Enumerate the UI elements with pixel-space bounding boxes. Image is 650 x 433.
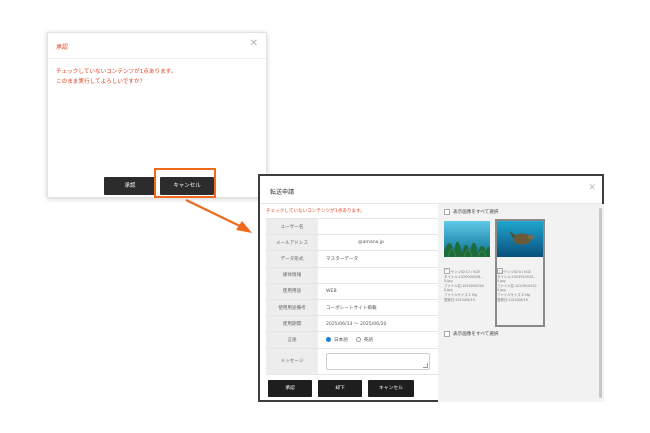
approve-button[interactable]: 承認 [104, 177, 156, 195]
card-check-row [444, 260, 491, 274]
radio-label-english: 英語 [363, 337, 373, 343]
form-label: 使用用途備考 [266, 299, 318, 316]
select-all-checkbox[interactable] [444, 331, 450, 337]
form-value [318, 219, 438, 234]
meta-line: 登録日:2015/06/19 [444, 297, 475, 302]
form-row-language: 言語 日本語 英語 [266, 332, 438, 349]
close-icon[interactable]: ✕ [250, 39, 258, 49]
delivery-request-dialog: 転送申請 ✕ チェックしていないコンテンツが1点あります。 ユーザー名 メールア… [258, 174, 604, 402]
request-dialog-header: 転送申請 ✕ [260, 176, 602, 204]
cancel-highlight-box [154, 168, 216, 198]
card-checkbox[interactable] [444, 267, 450, 274]
thumbnail-seagrass[interactable] [444, 221, 490, 257]
cancel-button[interactable]: キャンセル [368, 380, 414, 397]
form-row-usage-period: 使用期間 2025/06/13 ～ 2025/06/20 [266, 316, 438, 333]
message-cell [318, 349, 438, 374]
language-radio-group: 日本語 英語 [318, 332, 438, 347]
approve-button[interactable]: 承認 [268, 380, 312, 397]
image-card-selected[interactable]: コンテンツID:4 / KGE タイトル:1024910022… 0.jpg フ… [495, 219, 545, 327]
card-meta: コンテンツID:4 / KGE タイトル:1024910022… 0.jpg フ… [497, 270, 543, 302]
image-card[interactable]: コンテンツID:12 / KGE タイトル:1020000026… 0.jpg … [444, 221, 491, 325]
form-label: 使用用途 [266, 283, 318, 299]
form-row-usage-notes: 使用用途備考 コーポレートサイト掲載 [266, 299, 438, 317]
select-all-bottom[interactable]: 表示画像をすべて選択 [444, 331, 498, 338]
radio-english[interactable] [355, 337, 361, 343]
form-label: メールアドレス [266, 235, 318, 251]
form-row-media-info: 媒体情報 [266, 267, 438, 284]
select-all-label: 表示画像をすべて選択 [453, 210, 499, 215]
radio-label-japanese: 日本語 [334, 337, 348, 343]
form-label: データ形式 [266, 251, 318, 267]
confirm-message: チェックしていないコンテンツが1点あります。 このまま実行してよろしいですか？ [56, 67, 176, 87]
form-value: @amana.jp [358, 240, 385, 246]
image-selection-panel: 表示画像をすべて選択 ✓ コンテンツID:12 / KGE タイトル:10200… [438, 204, 604, 402]
reject-button[interactable]: 却下 [318, 380, 362, 397]
form-value: マスターデータ [326, 256, 359, 262]
confirm-message-line1: チェックしていないコンテンツが1点あります。 [56, 69, 177, 75]
card-check-row [497, 260, 543, 274]
form-label: 言語 [266, 332, 318, 348]
form-label: メッセージ [266, 348, 318, 374]
form-row-data-format: データ形式 マスターデータ [266, 251, 438, 268]
form-label: ユーザー名 [266, 219, 318, 235]
request-form: ユーザー名 メールアドレス @amana.jp データ形式 マスターデータ 媒体… [266, 218, 438, 375]
thumbnail-turtle[interactable] [497, 221, 543, 257]
select-all-top[interactable]: 表示画像をすべて選択 [444, 209, 498, 216]
card-meta: コンテンツID:12 / KGE タイトル:1020000026… 0.jpg … [444, 270, 491, 302]
select-all-label: 表示画像をすべて選択 [453, 332, 499, 337]
close-icon[interactable]: ✕ [588, 184, 596, 193]
form-value: 2025/06/13 ～ 2025/06/20 [326, 321, 387, 327]
confirm-dialog-title: 承認 [56, 44, 69, 51]
form-label: 使用期間 [266, 316, 318, 332]
form-value: WEB [326, 288, 337, 294]
warning-message: チェックしていないコンテンツが1点あります。 [266, 209, 365, 214]
form-label: 媒体情報 [266, 267, 318, 283]
confirm-message-line2: このまま実行してよろしいですか？ [56, 79, 146, 85]
request-form-panel: チェックしていないコンテンツが1点あります。 ユーザー名 メールアドレス @am… [266, 204, 438, 375]
message-textarea[interactable] [326, 352, 430, 370]
form-value [318, 268, 438, 283]
form-row-message: メッセージ [266, 348, 438, 375]
form-row-email: メールアドレス @amana.jp [266, 235, 438, 252]
form-row-usage: 使用用途 WEB [266, 283, 438, 300]
confirm-dialog-header: 承認 ✕ [48, 33, 266, 59]
form-value: コーポレートサイト掲載 [326, 305, 377, 311]
request-dialog-title: 転送申請 [270, 189, 295, 196]
scrollbar[interactable] [599, 208, 602, 398]
form-row-username: ユーザー名 [266, 219, 438, 236]
radio-japanese[interactable] [326, 337, 331, 343]
select-all-checkbox[interactable] [444, 209, 450, 215]
meta-line: 登録日:2015/06/19 [497, 297, 528, 302]
